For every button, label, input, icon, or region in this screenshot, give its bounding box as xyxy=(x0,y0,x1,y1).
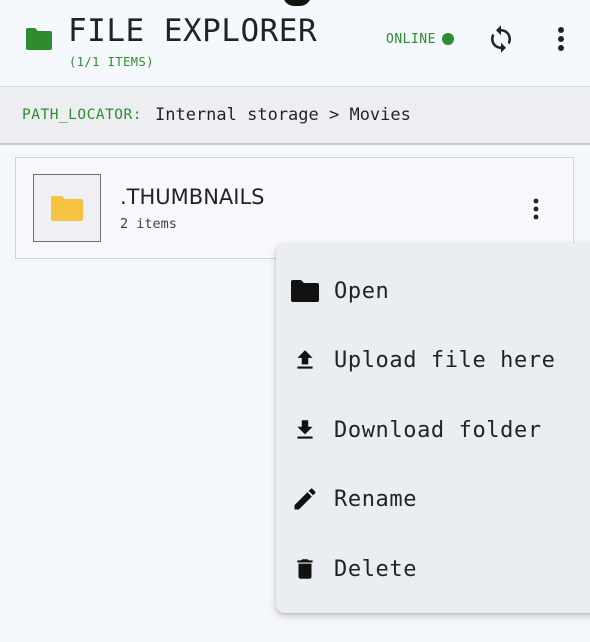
menu-item-label: Download folder xyxy=(334,417,542,443)
overflow-menu-button[interactable] xyxy=(548,22,574,56)
menu-item-download[interactable]: Download folder xyxy=(276,401,590,459)
pencil-icon xyxy=(289,483,321,515)
folder-icon xyxy=(289,275,321,307)
upload-icon xyxy=(289,344,321,376)
folder-thumbnail xyxy=(33,174,101,242)
status-text: ONLINE xyxy=(386,31,436,47)
folder-icon xyxy=(26,28,52,50)
menu-item-delete[interactable]: Delete xyxy=(276,540,590,598)
camera-cutout xyxy=(283,0,311,6)
page-title: FILE EXPLORER xyxy=(68,13,318,49)
connection-status: ONLINE xyxy=(386,30,454,48)
app-header: FILE EXPLORER (1/1 ITEMS) ONLINE xyxy=(0,0,590,87)
file-explorer-screen: FILE EXPLORER (1/1 ITEMS) ONLINE PATH_LO… xyxy=(0,0,590,642)
menu-item-open[interactable]: Open xyxy=(276,262,590,320)
more-vert-icon xyxy=(533,198,539,220)
folder-name: .THUMBNAILS xyxy=(120,185,265,209)
sync-icon xyxy=(491,25,511,53)
breadcrumb: PATH_LOCATOR: Internal storage > Movies xyxy=(0,87,590,145)
menu-item-label: Open xyxy=(334,278,390,304)
menu-item-upload[interactable]: Upload file here xyxy=(276,331,590,389)
folder-item-count: 2 items xyxy=(120,216,177,232)
menu-item-label: Upload file here xyxy=(334,347,556,373)
menu-item-label: Rename xyxy=(334,486,418,512)
folder-icon xyxy=(51,196,83,221)
status-dot-icon xyxy=(441,33,454,45)
menu-item-rename[interactable]: Rename xyxy=(276,470,590,528)
item-count-subtitle: (1/1 ITEMS) xyxy=(69,55,154,69)
path-value[interactable]: Internal storage > Movies xyxy=(155,105,411,125)
sync-button[interactable] xyxy=(484,22,518,56)
more-vert-icon xyxy=(558,27,564,51)
path-label: PATH_LOCATOR: xyxy=(22,107,142,123)
item-more-button[interactable] xyxy=(525,194,547,224)
menu-item-label: Delete xyxy=(334,556,418,582)
download-icon xyxy=(289,414,321,446)
context-menu: Open Upload file here Download folder Re… xyxy=(276,243,590,613)
trash-icon xyxy=(289,553,321,585)
